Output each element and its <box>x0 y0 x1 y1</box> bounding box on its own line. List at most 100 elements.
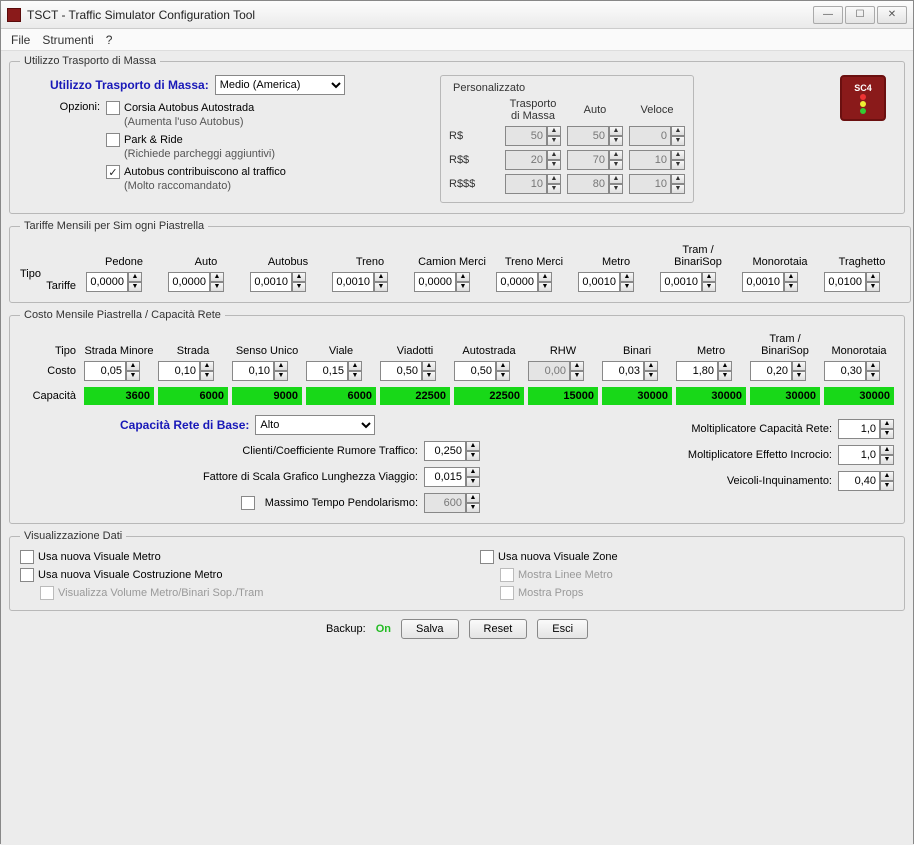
cost-input[interactable] <box>676 361 718 381</box>
capacity-cell: 6000 <box>306 387 376 405</box>
opt-parkride-checkbox[interactable] <box>106 133 120 147</box>
menu-tools[interactable]: Strumenti <box>42 33 93 47</box>
group-tariffs: Tariffe Mensili per Sim ogni Piastrella … <box>9 220 911 303</box>
cost-input[interactable] <box>454 361 496 381</box>
tariff-header: Tram / BinariSop <box>660 240 736 268</box>
tariff-input[interactable] <box>332 272 374 292</box>
menubar: File Strumenti ? <box>1 29 913 51</box>
opt-buslane-label: Corsia Autobus Autostrada <box>124 102 254 114</box>
viz-volume-label: Visualizza Volume Metro/Binari Sop./Tram <box>58 587 263 599</box>
opt-bustraffic-sub: (Molto raccomandato) <box>124 180 231 192</box>
backup-status: On <box>376 623 391 635</box>
window-title: TSCT - Traffic Simulator Configuration T… <box>27 8 255 22</box>
group-costs-legend: Costo Mensile Piastrella / Capacità Rete <box>20 309 225 321</box>
cost-input[interactable] <box>380 361 422 381</box>
viz-metro-build-checkbox[interactable] <box>20 568 34 582</box>
g1-label: Moltiplicatore Capacità Rete: <box>691 423 832 435</box>
basecap-label: Capacità Rete di Base: <box>120 418 249 432</box>
custom-h-speed: Veloce <box>629 104 685 116</box>
cost-header: Monorotaia <box>824 329 894 357</box>
tariff-header: Camion Merci <box>414 240 490 268</box>
cost-input[interactable] <box>750 361 792 381</box>
cost-rowlabel: Costo <box>20 365 80 377</box>
viz-zone-checkbox[interactable] <box>480 550 494 564</box>
opt-buslane-checkbox[interactable] <box>106 101 120 115</box>
custom-r1-auto <box>567 126 609 146</box>
tariffs-rowlabel: Tariffe <box>20 280 80 292</box>
capacity-cell: 3600 <box>84 387 154 405</box>
viz-volume-checkbox <box>40 586 54 600</box>
basecap-select[interactable]: Alto <box>255 415 375 435</box>
menu-help[interactable]: ? <box>106 33 113 47</box>
opt-bustraffic-label: Autobus contribuiscono al traffico <box>124 166 286 178</box>
opt-parkride-sub: (Richiede parcheggi aggiuntivi) <box>124 148 275 160</box>
close-button[interactable]: ✕ <box>877 6 907 24</box>
tariff-header: Auto <box>168 240 244 268</box>
capacity-cell: 22500 <box>454 387 524 405</box>
maximize-button[interactable]: ☐ <box>845 6 875 24</box>
cost-header: Metro <box>676 329 746 357</box>
capacity-cell: 6000 <box>158 387 228 405</box>
tariff-input[interactable] <box>578 272 620 292</box>
f3-checkbox[interactable] <box>241 496 255 510</box>
menu-file[interactable]: File <box>11 33 30 47</box>
save-button[interactable]: Salva <box>401 619 459 639</box>
tariff-input[interactable] <box>168 272 210 292</box>
cost-header: Senso Unico <box>232 329 302 357</box>
f2-input[interactable] <box>424 467 466 487</box>
exit-button[interactable]: Esci <box>537 619 588 639</box>
custom-legend: Personalizzato <box>449 82 529 94</box>
custom-h-mass: Trasporto di Massa <box>505 98 561 122</box>
capacity-cell: 30000 <box>750 387 820 405</box>
opt-buslane-sub: (Aumenta l'uso Autobus) <box>124 116 244 128</box>
group-tariffs-legend: Tariffe Mensili per Sim ogni Piastrella <box>20 220 208 232</box>
cost-input[interactable] <box>824 361 866 381</box>
tariff-input[interactable] <box>250 272 292 292</box>
cost-input[interactable] <box>306 361 348 381</box>
viz-metro-checkbox[interactable] <box>20 550 34 564</box>
opt-bustraffic-checkbox[interactable] <box>106 165 120 179</box>
cost-input[interactable] <box>602 361 644 381</box>
cost-header: Strada <box>158 329 228 357</box>
tariff-header: Metro <box>578 240 654 268</box>
group-viz: Visualizzazione Dati Usa nuova Visuale M… <box>9 530 905 611</box>
mass-transit-select[interactable]: Medio (America) <box>215 75 345 95</box>
tariff-header: Pedone <box>86 240 162 268</box>
cost-input <box>528 361 570 381</box>
cost-input[interactable] <box>232 361 274 381</box>
app-icon <box>7 8 21 22</box>
g1-input[interactable] <box>838 419 880 439</box>
tariff-input[interactable] <box>86 272 128 292</box>
footer: Backup: On Salva Reset Esci <box>9 619 905 639</box>
cost-input[interactable] <box>158 361 200 381</box>
viz-metro-label: Usa nuova Visuale Metro <box>38 551 161 563</box>
tariff-input[interactable] <box>496 272 538 292</box>
group-costs: Costo Mensile Piastrella / Capacità Rete… <box>9 309 905 524</box>
reset-button[interactable]: Reset <box>469 619 528 639</box>
g3-input[interactable] <box>838 471 880 491</box>
viz-zone-label: Usa nuova Visuale Zone <box>498 551 618 563</box>
g2-input[interactable] <box>838 445 880 465</box>
cost-header: Tram / BinariSop <box>750 329 820 357</box>
f3-label: Massimo Tempo Pendolarismo: <box>265 497 418 509</box>
tariff-input[interactable] <box>824 272 866 292</box>
minimize-button[interactable]: — <box>813 6 843 24</box>
f1-input[interactable] <box>424 441 466 461</box>
capacity-cell: 30000 <box>602 387 672 405</box>
tariff-input[interactable] <box>660 272 702 292</box>
capacity-cell: 15000 <box>528 387 598 405</box>
titlebar: TSCT - Traffic Simulator Configuration T… <box>1 1 913 29</box>
custom-r2-auto <box>567 150 609 170</box>
custom-r1-speed <box>629 126 671 146</box>
cost-input[interactable] <box>84 361 126 381</box>
tariff-input[interactable] <box>742 272 784 292</box>
cost-header: Viale <box>306 329 376 357</box>
capacity-cell: 9000 <box>232 387 302 405</box>
custom-r3-label: R$$$ <box>449 178 499 190</box>
tariff-input[interactable] <box>414 272 456 292</box>
custom-r1-mass <box>505 126 547 146</box>
capacity-cell: 30000 <box>824 387 894 405</box>
viz-props-label: Mostra Props <box>518 587 583 599</box>
g2-label: Moltiplicatore Effetto Incrocio: <box>688 449 832 461</box>
group-mass-transit: Utilizzo Trasporto di Massa Utilizzo Tra… <box>9 55 905 214</box>
